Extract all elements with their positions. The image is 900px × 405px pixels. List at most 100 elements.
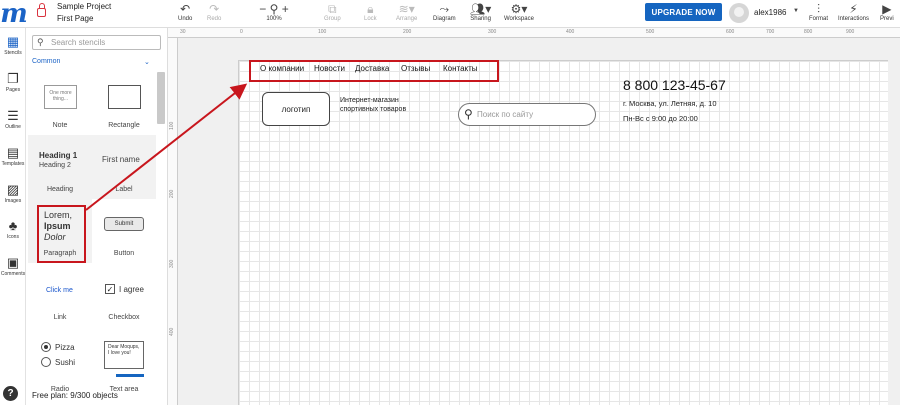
stencil-button[interactable]: Submit Button [92, 199, 156, 263]
ruler-tick: 100 [169, 121, 175, 130]
vertical-ruler: 100 200 300 400 [168, 38, 178, 405]
stencils-icon: ▦ [6, 34, 20, 49]
search-icon: ⚲ [37, 37, 44, 47]
ruler-tick: 30 [180, 29, 186, 35]
outline-icon: ☰ [7, 108, 19, 123]
heading-preview-1: Heading 1 [39, 151, 78, 160]
link-preview: Click me [46, 287, 73, 294]
mockup-phone[interactable]: 8 800 123-45-67 [623, 77, 726, 93]
templates-icon: ▤ [6, 145, 20, 160]
help-icon[interactable]: ? [3, 386, 18, 401]
canvas[interactable]: 30 0 100 200 300 400 500 600 700 800 900… [168, 28, 900, 405]
rail-item-icons[interactable]: ♣ Icons [0, 218, 26, 240]
ruler-tick: 200 [403, 29, 412, 35]
mockup-search-input[interactable]: ⚲ Поиск по сайту [458, 103, 596, 126]
checkbox-preview: I agree [119, 285, 144, 294]
rail-item-comments[interactable]: ▣ Comments [0, 255, 26, 277]
stencil-label-item[interactable]: First name Label [92, 135, 156, 199]
redo-button[interactable]: ↷ Redo [207, 2, 221, 22]
format-label: Format [809, 16, 829, 22]
stencil-heading[interactable]: Heading 1 Heading 2 Heading [28, 135, 92, 199]
stencil-note[interactable]: One more thing... Note [28, 71, 92, 135]
mockup-hours[interactable]: Пн-Вс с 9:00 до 20:00 [623, 114, 698, 123]
rail-item-label: Templates [1, 161, 25, 167]
stencil-checkbox[interactable]: ✓ I agree Checkbox [92, 263, 156, 327]
rail-item-images[interactable]: ▨ Images [0, 182, 26, 204]
rail-item-stencils[interactable]: ▦ Stencils [0, 34, 26, 56]
stencil-scrollbar-thumb[interactable] [157, 72, 165, 124]
stencil-radio[interactable]: Pizza Sushi Radio [28, 327, 92, 393]
mockup-address[interactable]: г. Москва, ул. Летняя, д. 10 [623, 99, 717, 108]
heading-preview-2: Heading 2 [39, 162, 71, 169]
rail-item-outline[interactable]: ☰ Outline [0, 108, 26, 130]
stencil-rectangle[interactable]: Rectangle [92, 71, 156, 135]
stencil-label: Button [113, 250, 135, 257]
radio-selected-icon [41, 342, 51, 352]
ruler-tick: 300 [169, 259, 175, 268]
undo-button[interactable]: ↶ Undo [178, 2, 192, 22]
upgrade-now-button[interactable]: UPGRADE NOW [645, 3, 722, 21]
chevron-down-icon[interactable]: ▼ [793, 8, 799, 14]
images-icon: ▨ [6, 182, 20, 197]
undo-icon: ↶ [180, 2, 191, 16]
workspace-button[interactable]: ⚙︎▾ Workspace [504, 2, 534, 22]
comments-icon: ▣ [6, 255, 20, 270]
arrange-button[interactable]: ≋▾ Arrange [396, 2, 417, 22]
ruler-tick: 400 [169, 327, 175, 336]
sharing-icon: 👥︎▾ [470, 2, 492, 16]
mockup-search-placeholder: Поиск по сайту [477, 110, 534, 119]
format-button[interactable]: ⫶ Format [809, 2, 828, 22]
preview-button[interactable]: ▶ Previ [880, 2, 894, 22]
preview-icon: ▶ [882, 2, 892, 16]
moqups-logo[interactable]: m [0, 0, 28, 28]
stencil-label: Rectangle [108, 122, 140, 129]
stencil-label: Heading [46, 186, 74, 193]
rail-item-label: Comments [0, 271, 26, 277]
search-placeholder: Search stencils [51, 38, 106, 47]
plan-usage-bar [116, 374, 144, 377]
workspace-icon: ⚙︎▾ [510, 2, 528, 16]
interactions-button[interactable]: ⚡︎ Interactions [838, 2, 869, 22]
stencil-link[interactable]: Click me Link [28, 263, 92, 327]
search-stencils-input[interactable]: ⚲ Search stencils [32, 35, 161, 50]
mockup-shop-description[interactable]: Интернет-магазин спортивных товаров [340, 96, 450, 114]
sharing-button[interactable]: 👥︎▾ Sharing [470, 2, 491, 22]
label-preview: First name [102, 155, 140, 164]
stencil-textarea[interactable]: Dear Moqups, I love you! Text area [92, 327, 156, 393]
rail-item-pages[interactable]: ❐ Pages [0, 71, 26, 93]
rail-item-templates[interactable]: ▤ Templates [0, 145, 26, 167]
username[interactable]: alex1986 [754, 8, 786, 17]
stencil-category[interactable]: Common [32, 58, 60, 65]
interactions-label: Interactions [838, 16, 870, 22]
page-name[interactable]: First Page [57, 14, 93, 23]
group-button[interactable]: ⧉ Group [324, 2, 341, 22]
shop-line-1: Интернет-магазин [340, 97, 399, 104]
diagram-button[interactable]: ⤳ Diagram [433, 2, 456, 22]
diagram-icon: ⤳ [439, 2, 450, 16]
lock-button[interactable]: 🔒︎ Lock [364, 2, 377, 22]
radio-unselected-icon [41, 357, 51, 367]
workspace-label: Workspace [504, 16, 534, 22]
project-lock-icon[interactable] [37, 3, 46, 17]
ruler-tick: 400 [566, 29, 575, 35]
ruler-tick: 600 [726, 29, 735, 35]
zoom-control[interactable]: − ⚲ + 100% [256, 2, 292, 22]
lock-label: Lock [364, 16, 377, 22]
logo-glyph: m [0, 0, 28, 29]
ruler-tick: 900 [846, 29, 855, 35]
left-rail: ▦ Stencils ❐ Pages ☰ Outline ▤ Templates… [0, 28, 26, 405]
horizontal-ruler: 30 0 100 200 300 400 500 600 700 800 900 [168, 28, 900, 38]
chevron-down-icon[interactable]: ⌄ [144, 58, 150, 66]
project-name[interactable]: Sample Project [57, 2, 111, 11]
note-preview: One more thing... [44, 85, 77, 109]
checkbox-checked-icon: ✓ [105, 284, 115, 294]
sharing-label: Sharing [470, 16, 491, 22]
stencil-label: Label [115, 186, 133, 193]
rail-item-label: Stencils [4, 50, 22, 56]
redo-label: Redo [207, 16, 222, 22]
ruler-tick: 300 [488, 29, 497, 35]
mockup-logo[interactable]: логотип [262, 92, 330, 126]
avatar[interactable] [729, 3, 749, 23]
ruler-tick: 100 [318, 29, 327, 35]
interactions-icon: ⚡︎ [849, 2, 858, 16]
